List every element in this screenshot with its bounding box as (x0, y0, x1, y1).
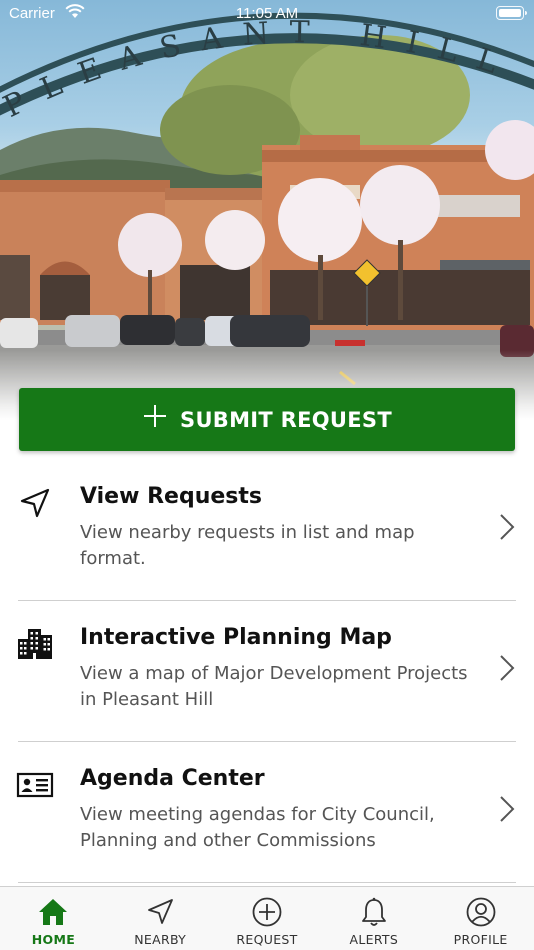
battery-icon (496, 6, 527, 20)
tab-nearby[interactable]: NEARBY (107, 887, 214, 950)
hero-image: PLEASANT HILL (0, 0, 534, 420)
plus-circle-icon (252, 897, 282, 927)
tab-profile[interactable]: PROFILE (427, 887, 534, 950)
submit-request-button[interactable]: SUBMIT REQUEST (19, 388, 515, 451)
chevron-right-icon (500, 514, 515, 540)
navigation-arrow-icon (148, 899, 174, 924)
submit-request-label: SUBMIT REQUEST (180, 407, 392, 432)
clock: 11:05 AM (235, 5, 299, 22)
bell-icon (361, 897, 386, 926)
navigation-arrow-icon (20, 488, 50, 518)
menu-item-description: View a map of Major Development Projects… (80, 663, 468, 710)
tab-label: HOME (31, 932, 76, 947)
plus-icon (142, 403, 168, 435)
menu-item-title: Agenda Center (80, 766, 265, 791)
tab-label: ALERTS (349, 932, 399, 947)
id-card-icon (16, 772, 54, 798)
tab-label: PROFILE (453, 932, 508, 947)
user-circle-icon (466, 897, 495, 927)
tab-bar: HOME NEARBY REQUEST ALERTS PROFILE (0, 886, 534, 950)
tab-alerts[interactable]: ALERTS (320, 887, 427, 950)
chevron-right-icon (500, 796, 515, 822)
menu-list: View Requests View nearby requests in li… (0, 460, 534, 883)
tab-label: REQUEST (236, 932, 298, 947)
tab-label: NEARBY (134, 932, 187, 947)
menu-item-agenda-center[interactable]: Agenda Center View meeting agendas for C… (0, 742, 534, 883)
city-buildings-icon (18, 629, 52, 659)
menu-item-title: View Requests (80, 484, 262, 509)
tab-home[interactable]: HOME (0, 887, 107, 950)
menu-item-title: Interactive Planning Map (80, 625, 392, 650)
divider (18, 882, 516, 883)
menu-item-description: View meeting agendas for City Council, P… (80, 804, 435, 851)
menu-item-view-requests[interactable]: View Requests View nearby requests in li… (0, 460, 534, 601)
menu-item-description: View nearby requests in list and map for… (80, 522, 415, 569)
chevron-right-icon (500, 655, 515, 681)
tab-request[interactable]: REQUEST (214, 887, 321, 950)
status-bar: Carrier 11:05 AM (0, 0, 534, 28)
home-icon (39, 899, 68, 925)
menu-item-interactive-planning-map[interactable]: Interactive Planning Map View a map of M… (0, 601, 534, 742)
